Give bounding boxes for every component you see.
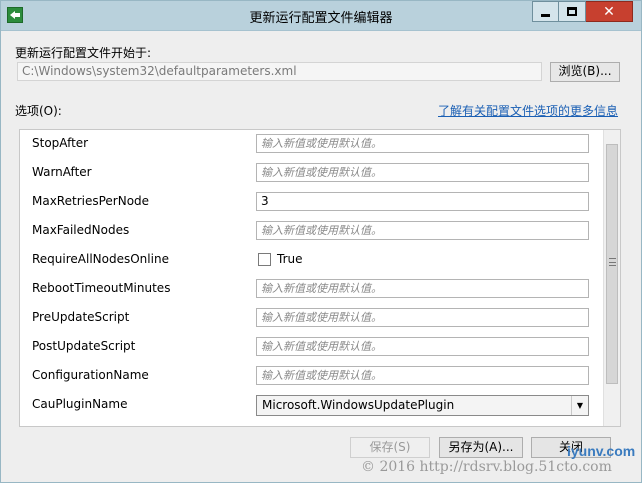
profile-editor-window: 更新运行配置文件编辑器 ✕ 更新运行配置文件开始于: C:\Windows\sy… bbox=[0, 0, 642, 483]
options-list: StopAfter 输入新值或使用默认值。 WarnAfter 输入新值或使用默… bbox=[19, 129, 621, 427]
option-row: CauPluginName Microsoft.WindowsUpdatePlu… bbox=[20, 391, 603, 420]
option-name: WarnAfter bbox=[32, 165, 92, 179]
checkbox-label: True bbox=[277, 252, 303, 266]
option-row: WarnAfter 输入新值或使用默认值。 bbox=[20, 159, 603, 188]
watermark-text: © 2016 http://rdsrv.blog.51cto.com bbox=[361, 459, 612, 475]
title-bar[interactable]: 更新运行配置文件编辑器 ✕ bbox=[1, 1, 641, 31]
option-name: PostUpdateScript bbox=[32, 339, 136, 353]
grip-icon bbox=[609, 258, 616, 266]
maximize-button[interactable] bbox=[559, 1, 586, 22]
option-name: RequireAllNodesOnline bbox=[32, 252, 169, 266]
option-row: StopAfter 输入新值或使用默认值。 bbox=[20, 130, 603, 159]
option-name: PreUpdateScript bbox=[32, 310, 130, 324]
checkbox-box[interactable] bbox=[258, 252, 271, 266]
minimize-button[interactable] bbox=[532, 1, 559, 22]
select-value: Microsoft.WindowsUpdatePlugin bbox=[262, 398, 455, 412]
option-name: CauPluginName bbox=[32, 397, 128, 411]
option-row: MaxFailedNodes 输入新值或使用默认值。 bbox=[20, 217, 603, 246]
warnafter-input[interactable]: 输入新值或使用默认值。 bbox=[256, 163, 589, 182]
save-as-button[interactable]: 另存为(A)... bbox=[439, 437, 523, 458]
preupdatescript-input[interactable]: 输入新值或使用默认值。 bbox=[256, 308, 589, 327]
watermark-logo: iyunv.com bbox=[567, 443, 636, 459]
option-row: PreUpdateScript 输入新值或使用默认值。 bbox=[20, 304, 603, 333]
option-row: RequireAllNodesOnline True bbox=[20, 246, 603, 275]
maxfailednodes-input[interactable]: 输入新值或使用默认值。 bbox=[256, 221, 589, 240]
option-name: RebootTimeoutMinutes bbox=[32, 281, 171, 295]
reboottimeoutminutes-input[interactable]: 输入新值或使用默认值。 bbox=[256, 279, 589, 298]
option-name: MaxRetriesPerNode bbox=[32, 194, 150, 208]
option-name: ConfigurationName bbox=[32, 368, 149, 382]
options-label: 选项(O): bbox=[15, 104, 62, 118]
close-window-button[interactable]: ✕ bbox=[586, 1, 633, 22]
scroll-thumb[interactable] bbox=[606, 144, 618, 384]
minimize-icon bbox=[541, 14, 550, 17]
close-icon: ✕ bbox=[603, 3, 615, 20]
start-label: 更新运行配置文件开始于: bbox=[15, 46, 152, 60]
option-row: PostUpdateScript 输入新值或使用默认值。 bbox=[20, 333, 603, 362]
maximize-icon bbox=[567, 7, 577, 16]
option-row: ConfigurationName 输入新值或使用默认值。 bbox=[20, 362, 603, 391]
browse-button[interactable]: 浏览(B)... bbox=[550, 62, 620, 82]
caupluginname-select[interactable]: Microsoft.WindowsUpdatePlugin ▼ bbox=[256, 395, 589, 416]
profile-path-field[interactable]: C:\Windows\system32\defaultparameters.xm… bbox=[17, 62, 542, 81]
learn-more-link[interactable]: 了解有关配置文件选项的更多信息 bbox=[438, 102, 618, 119]
requireallnodesonline-checkbox[interactable]: True bbox=[258, 252, 303, 266]
option-name: MaxFailedNodes bbox=[32, 223, 130, 237]
stopafter-input[interactable]: 输入新值或使用默认值。 bbox=[256, 134, 589, 153]
chevron-down-icon[interactable]: ▼ bbox=[571, 396, 588, 415]
vertical-scrollbar[interactable] bbox=[603, 130, 620, 426]
configurationname-input[interactable]: 输入新值或使用默认值。 bbox=[256, 366, 589, 385]
save-button[interactable]: 保存(S) bbox=[350, 437, 430, 458]
maxretriespernode-input[interactable]: 3 bbox=[256, 192, 589, 211]
postupdatescript-input[interactable]: 输入新值或使用默认值。 bbox=[256, 337, 589, 356]
option-name: StopAfter bbox=[32, 136, 89, 150]
option-row: MaxRetriesPerNode 3 bbox=[20, 188, 603, 217]
option-row: RebootTimeoutMinutes 输入新值或使用默认值。 bbox=[20, 275, 603, 304]
